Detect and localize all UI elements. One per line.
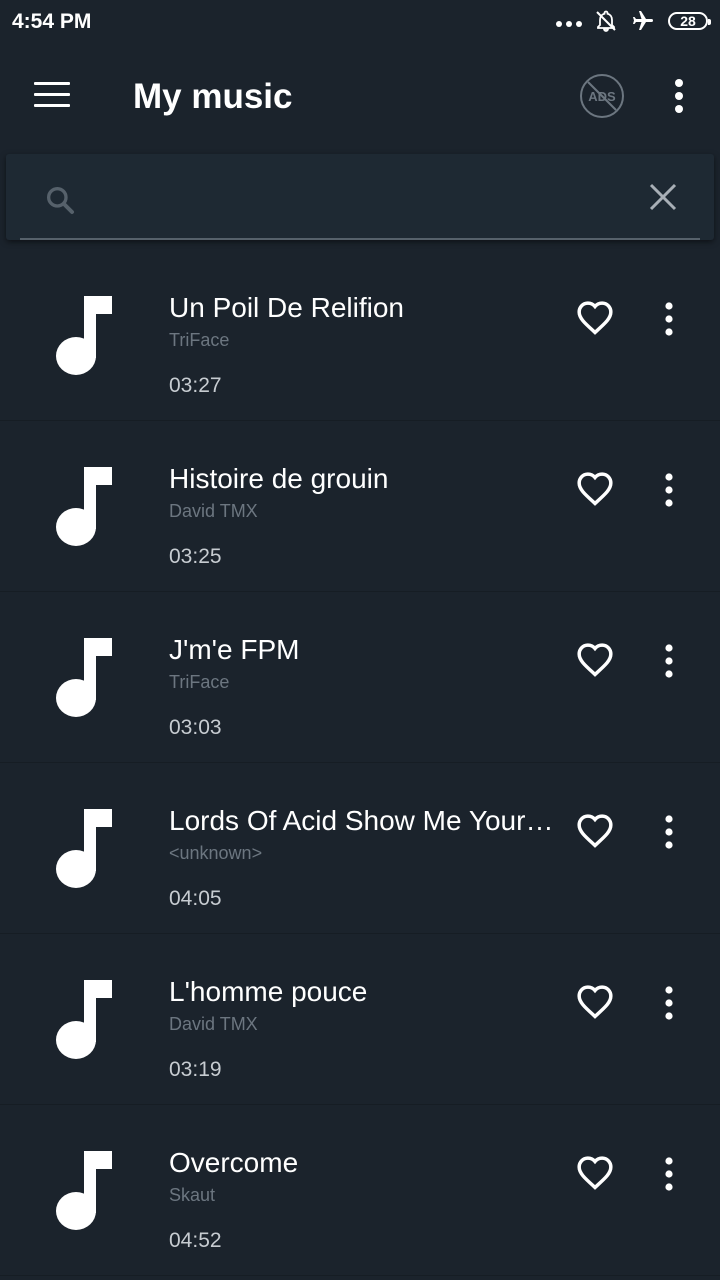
more-vert-icon[interactable] — [668, 78, 690, 114]
song-duration: 03:27 — [169, 374, 222, 397]
song-title: J'm'e FPM — [169, 634, 300, 665]
heart-icon[interactable] — [575, 642, 615, 680]
song-item[interactable]: Overcome Skaut 04:52 — [0, 1105, 720, 1276]
airplane-mode-icon — [633, 11, 653, 30]
song-duration: 03:19 — [169, 1058, 222, 1081]
music-note-icon — [56, 1151, 112, 1230]
song-item[interactable]: L'homme pouce David TMX 03:19 — [0, 934, 720, 1105]
song-title: Lords Of Acid Show Me Your Body — [169, 805, 554, 836]
search-bar — [6, 154, 714, 240]
song-list: Un Poil De Relifion TriFace 03:27 Histoi… — [0, 250, 720, 1276]
song-title: Un Poil De Relifion — [169, 292, 404, 323]
song-artist: David TMX — [169, 1014, 258, 1034]
search-underline — [20, 238, 700, 240]
app-bar: My music ADS — [0, 44, 720, 148]
status-time: 4:54 PM — [12, 10, 92, 33]
more-vert-icon[interactable] — [659, 986, 679, 1020]
song-duration: 04:52 — [169, 1229, 222, 1252]
song-duration: 03:03 — [169, 716, 222, 739]
song-artist: David TMX — [169, 501, 258, 521]
heart-icon[interactable] — [575, 1155, 615, 1193]
song-artist: Skaut — [169, 1185, 216, 1205]
song-artist: <unknown> — [169, 843, 263, 863]
heart-icon[interactable] — [575, 300, 615, 338]
song-item[interactable]: J'm'e FPM TriFace 03:03 — [0, 592, 720, 763]
song-item[interactable]: Histoire de grouin David TMX 03:25 — [0, 421, 720, 592]
battery-icon: 28 — [668, 12, 711, 30]
song-item[interactable]: Un Poil De Relifion TriFace 03:27 — [0, 250, 720, 421]
song-artist: TriFace — [169, 672, 230, 692]
song-item[interactable]: Lords Of Acid Show Me Your Body <unknown… — [0, 763, 720, 934]
more-vert-icon[interactable] — [659, 1157, 679, 1191]
heart-icon[interactable] — [575, 813, 615, 851]
more-vert-icon[interactable] — [659, 644, 679, 678]
no-ads-icon[interactable]: ADS — [579, 73, 625, 119]
search-icon — [47, 187, 74, 214]
song-artist: TriFace — [169, 330, 230, 350]
music-note-icon — [56, 296, 112, 375]
status-bar: 4:54 PM 28 — [0, 0, 720, 44]
song-title: Histoire de grouin — [169, 463, 389, 494]
menu-icon[interactable] — [34, 82, 70, 108]
more-vert-icon[interactable] — [659, 473, 679, 507]
close-icon[interactable] — [646, 180, 680, 214]
notifications-off-icon — [596, 10, 616, 32]
song-title: Overcome — [169, 1147, 299, 1178]
song-duration: 04:05 — [169, 887, 222, 910]
song-title: L'homme pouce — [169, 976, 368, 1007]
status-icons: 28 — [556, 9, 711, 33]
music-note-icon — [56, 467, 112, 546]
heart-icon[interactable] — [575, 984, 615, 1022]
song-duration: 03:25 — [169, 545, 222, 568]
more-vert-icon[interactable] — [659, 815, 679, 849]
music-note-icon — [56, 980, 112, 1059]
more-dots-icon — [556, 21, 582, 27]
more-vert-icon[interactable] — [659, 302, 679, 336]
heart-icon[interactable] — [575, 471, 615, 509]
page-title: My music — [133, 77, 293, 116]
music-note-icon — [56, 638, 112, 717]
music-note-icon — [56, 809, 112, 888]
search-input[interactable] — [96, 180, 620, 218]
